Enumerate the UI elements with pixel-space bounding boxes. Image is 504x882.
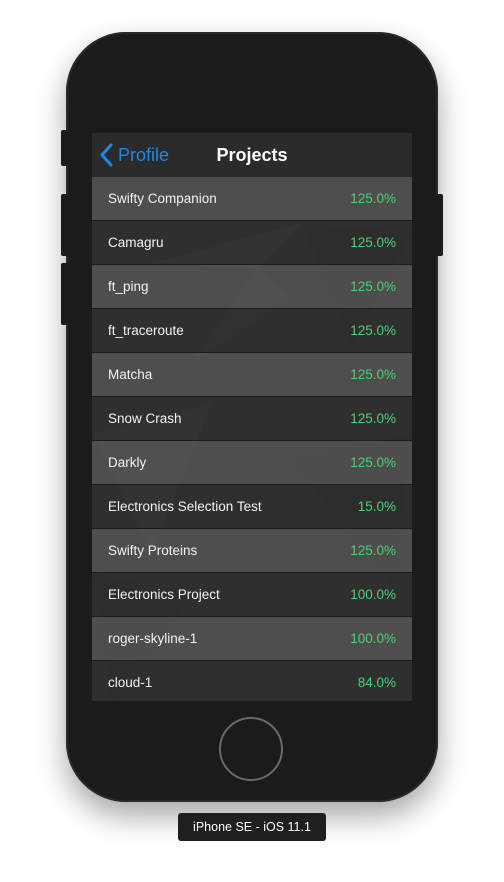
project-row[interactable]: cloud-1 84.0% (92, 661, 412, 701)
project-row[interactable]: Camagru 125.0% (92, 221, 412, 265)
project-score: 100.0% (350, 587, 396, 602)
project-row[interactable]: Swifty Companion 125.0% (92, 177, 412, 221)
project-name: Darkly (108, 455, 147, 470)
power-button (436, 194, 443, 256)
project-row[interactable]: Swifty Proteins 125.0% (92, 529, 412, 573)
home-button[interactable] (219, 717, 283, 781)
project-name: Snow Crash (108, 411, 182, 426)
project-score: 100.0% (350, 631, 396, 646)
project-score: 125.0% (350, 191, 396, 206)
project-name: Electronics Selection Test (108, 499, 262, 514)
project-score: 125.0% (350, 235, 396, 250)
project-row[interactable]: ft_ping 125.0% (92, 265, 412, 309)
project-name: ft_ping (108, 279, 149, 294)
project-name: cloud-1 (108, 675, 153, 690)
project-score: 125.0% (350, 411, 396, 426)
volume-up-button (61, 194, 68, 256)
project-name: roger-skyline-1 (108, 631, 198, 646)
navigation-bar: Profile Projects (92, 133, 412, 177)
page-title: Projects (216, 145, 288, 165)
project-score: 125.0% (350, 455, 396, 470)
mute-switch (61, 130, 68, 166)
project-row[interactable]: roger-skyline-1 100.0% (92, 617, 412, 661)
project-score: 125.0% (350, 279, 396, 294)
projects-list: Swifty Companion 125.0% Camagru 125.0% ft_… (92, 177, 412, 701)
project-score: 125.0% (350, 543, 396, 558)
project-row[interactable]: ft_traceroute 125.0% (92, 309, 412, 353)
project-score: 125.0% (350, 323, 396, 338)
project-name: Swifty Proteins (108, 543, 198, 558)
project-name: Matcha (108, 367, 153, 382)
project-row[interactable]: Darkly 125.0% (92, 441, 412, 485)
project-score: 125.0% (350, 367, 396, 382)
project-name: ft_traceroute (108, 323, 184, 338)
project-name: Camagru (108, 235, 164, 250)
project-name: Electronics Project (108, 587, 220, 602)
volume-down-button (61, 263, 68, 325)
project-score: 84.0% (357, 675, 396, 690)
project-name: Swifty Companion (108, 191, 217, 206)
project-score: 15.0% (357, 499, 396, 514)
project-row[interactable]: Snow Crash 125.0% (92, 397, 412, 441)
project-row[interactable]: Electronics Project 100.0% (92, 573, 412, 617)
screen: Profile Projects Swifty Companion 125.0% … (92, 133, 412, 701)
project-row[interactable]: Matcha 125.0% (92, 353, 412, 397)
project-row[interactable]: Electronics Selection Test 15.0% (92, 485, 412, 529)
device-label: iPhone SE - iOS 11.1 (178, 813, 326, 841)
